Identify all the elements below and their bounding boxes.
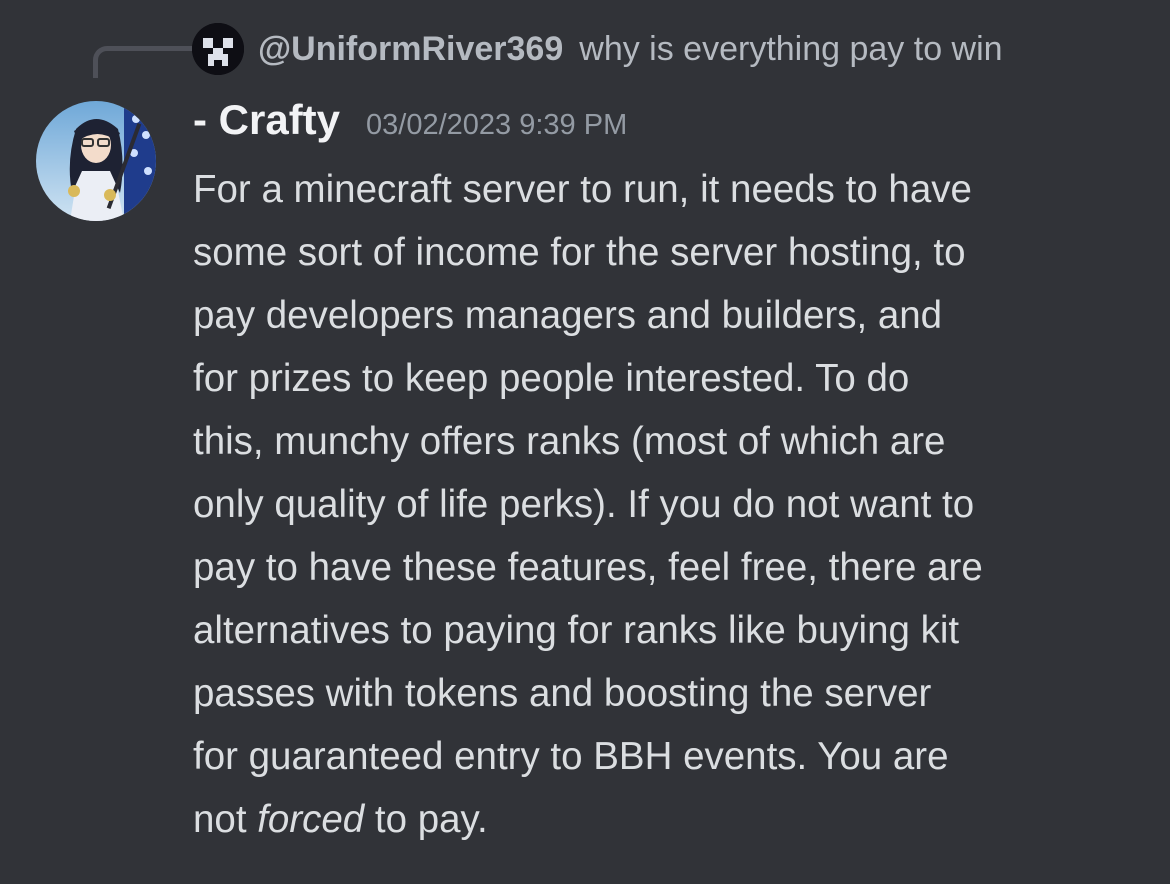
message-line: this, munchy offers ranks (most of which… — [193, 420, 946, 463]
message-line: some sort of income for the server hosti… — [193, 231, 966, 274]
message-line: for guaranteed entry to BBH events. You … — [193, 735, 949, 778]
message-line: alternatives to paying for ranks like bu… — [193, 609, 960, 652]
message-line: pay developers managers and builders, an… — [193, 294, 943, 337]
chat-message: @UniformRiver369 why is everything pay t… — [0, 0, 1170, 884]
last-line-end: to pay. — [364, 798, 488, 841]
message-line: pay to have these features, feel free, t… — [193, 546, 983, 589]
creeper-face-svg — [192, 23, 244, 75]
last-line-start: not — [193, 798, 258, 841]
message-timestamp: 03/02/2023 9:39 PM — [366, 109, 628, 141]
reply-reference[interactable]: @UniformRiver369 why is everything pay t… — [192, 22, 1003, 76]
message-line: for prizes to keep people interested. To… — [193, 357, 910, 400]
message-line: only quality of life perks). If you do n… — [193, 483, 975, 526]
creeper-face-icon[interactable] — [192, 23, 244, 75]
message-header: - Crafty 03/02/2023 9:39 PM — [193, 96, 627, 156]
author-avatar[interactable] — [36, 101, 156, 221]
reply-author-name[interactable]: @UniformRiver369 — [258, 30, 563, 69]
message-last-line: not forced to pay. — [193, 788, 1143, 851]
message-content: For a minecraft server to run, it needs … — [193, 158, 1143, 851]
emphasized-word: forced — [257, 798, 365, 841]
anime-character-avatar-image — [36, 101, 156, 221]
message-line: For a minecraft server to run, it needs … — [193, 168, 972, 211]
message-line: passes with tokens and boosting the serv… — [193, 672, 932, 715]
reply-preview-text[interactable]: why is everything pay to win — [579, 30, 1002, 69]
author-name[interactable]: - Crafty — [193, 96, 340, 144]
reply-connector — [93, 46, 193, 78]
